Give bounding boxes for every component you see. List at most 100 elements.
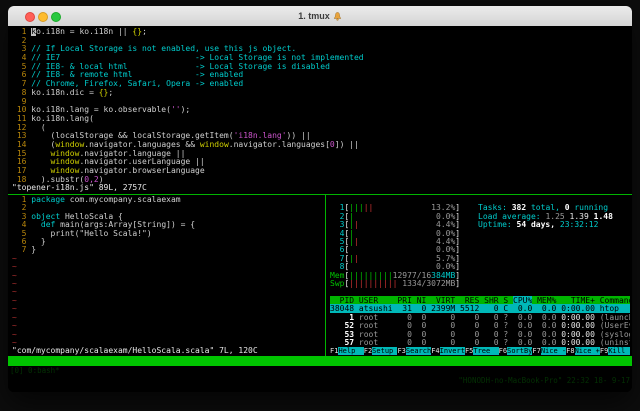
text-segment: // If Local Storage is not enabled, use …: [31, 44, 296, 53]
tmux-status-bar: [0] 0:bash* "HONODH-no-MacBook-Pro" 22:3…: [8, 356, 632, 366]
code-line: 17 window.navigator.browserLanguage: [12, 167, 628, 176]
text-segment: 16: [12, 157, 31, 166]
text-segment: (uninstalld: [595, 338, 630, 347]
text-segment: window: [200, 140, 229, 149]
code-line: ~: [12, 263, 324, 271]
bell-icon: [333, 8, 342, 28]
text-segment: com.mycompany.scalaexam: [65, 196, 181, 204]
text-segment: window: [51, 149, 80, 158]
text-segment: Uptime:: [478, 220, 517, 229]
text-segment: (: [31, 140, 55, 149]
text-segment: Setup: [372, 347, 397, 355]
text-segment: F7: [532, 347, 540, 355]
terminal-body: 1 ko.i18n = ko.i18n || {}; 2 3 // If Loc…: [8, 26, 632, 392]
tmux-host-clock: "HONODH-no-MacBook-Pro" 22:32 18- 9-17: [458, 376, 630, 386]
text-segment: ;: [142, 28, 147, 36]
text-segment: 15: [12, 149, 31, 158]
text-segment: Tree: [473, 347, 498, 355]
text-segment: 14: [12, 140, 31, 149]
text-segment: .navigator.browserLanguage: [79, 166, 204, 175]
text-segment: // IE7 -> Local Storage is not implement…: [31, 53, 363, 62]
tmux-session-windows[interactable]: [0] 0:bash*: [10, 366, 60, 376]
code-line: ~: [12, 305, 324, 313]
text-segment: [31, 166, 50, 175]
text-segment: '': [171, 105, 181, 114]
pane-vim-scala[interactable]: 1 package com.mycompany.scalaexam 2 3 ob…: [12, 196, 324, 356]
pane-divider-vertical[interactable]: [325, 194, 326, 356]
text-segment: ;: [108, 88, 113, 97]
code-line: ~: [12, 272, 324, 280]
text-segment: ||||||||||: [349, 279, 397, 288]
text-segment: Kill: [608, 347, 630, 355]
code-line: 1 package com.mycompany.scalaexam: [12, 196, 324, 204]
text-segment: );: [181, 105, 191, 114]
text-segment: o.i18n = ko.i18n ||: [36, 28, 132, 36]
htop-summary: Tasks: 382 total, 0 runningLoad average:…: [478, 204, 613, 229]
text-segment: 5: [12, 62, 31, 71]
code-line: 8 ko.i18n.dic = {};: [12, 89, 628, 98]
text-segment: Help: [338, 347, 363, 355]
terminal-window: 1. tmux 1 ko.i18n = ko.i18n || {}; 2 3 /…: [8, 6, 632, 392]
code-line: 6 }: [12, 238, 324, 246]
text-segment: 18: [12, 175, 31, 184]
text-segment: ]: [455, 279, 460, 288]
text-segment: (localStorage && localStorage.getItem(: [31, 131, 233, 140]
code-line: 5 print("Hello Scala!"): [12, 230, 324, 238]
text-segment: // IE8- & remote html -> enabled: [31, 70, 243, 79]
text-segment: .navigator.language ||: [79, 149, 185, 158]
text-segment: ]) ||: [335, 140, 359, 149]
code-line: ~: [12, 297, 324, 305]
text-segment: 4: [12, 53, 31, 62]
pane-vim-js[interactable]: 1 ko.i18n = ko.i18n || {}; 2 3 // If Loc…: [12, 28, 628, 194]
text-segment: ko.i18n.lang(: [31, 114, 94, 123]
text-segment: 10: [12, 105, 31, 114]
text-segment: .navigator.userLanguage ||: [79, 157, 204, 166]
text-segment: {}: [132, 28, 142, 36]
code-line: ~: [12, 322, 324, 330]
vim-status-scala: "com/mycompany/scalaexam/HelloScala.scal…: [12, 347, 324, 355]
text-segment: Invert: [440, 347, 465, 355]
text-segment: 0,2: [84, 175, 98, 184]
summary-row: Uptime: 54 days, 23:32:12: [478, 221, 613, 229]
text-segment: 'i18n.lang': [234, 131, 287, 140]
text-segment: )) ||: [287, 131, 311, 140]
pane-divider-horizontal[interactable]: [8, 194, 632, 195]
text-segment: F4: [431, 347, 439, 355]
text-segment: ko.i18n.dic =: [31, 88, 98, 97]
vim-status-js: "topener-i18n.js" 89L, 2757C: [12, 184, 628, 193]
text-segment: 6: [12, 70, 31, 79]
text-segment: window: [51, 166, 80, 175]
code-line: ~: [12, 331, 324, 339]
text-segment: 11: [12, 114, 31, 123]
text-segment: Nice +: [575, 347, 600, 355]
text-segment: }: [31, 245, 36, 254]
code-line: 10 ko.i18n.lang = ko.observable('');: [12, 106, 628, 115]
text-segment: ).substr(: [31, 175, 84, 184]
text-segment: [31, 157, 50, 166]
code-line: 1 ko.i18n = ko.i18n || {};: [12, 28, 628, 37]
text-segment: 1334/3072MB: [402, 279, 455, 288]
code-line: ~: [12, 280, 324, 288]
text-segment: {}: [99, 88, 109, 97]
text-segment: window: [51, 157, 80, 166]
window-title: 1. tmux: [8, 6, 632, 26]
text-segment: package: [31, 196, 65, 204]
text-segment: 13: [12, 131, 31, 140]
fkey-bar[interactable]: F1Help F2Setup F3SearchF4InvertF5Tree F6…: [330, 347, 630, 355]
text-segment: ): [99, 175, 104, 184]
code-line: ~: [12, 255, 324, 263]
text-segment: F2: [364, 347, 372, 355]
text-segment: ko.i18n.lang = ko.observable(: [31, 105, 171, 114]
process-row[interactable]: 57 root 0 0 0 0 0 ? 0.0 0.0 0:00.00 (uni…: [330, 339, 630, 347]
text-segment: .navigator.languages[: [229, 140, 330, 149]
text-segment: Search: [406, 347, 431, 355]
text-segment: // IE8- & local html -> Local Storage is…: [31, 62, 330, 71]
text-segment: 8: [12, 88, 31, 97]
text-segment: 23:32:12: [560, 220, 599, 229]
text-segment: Swp: [330, 279, 344, 288]
text-segment: 0:00.00: [556, 338, 595, 347]
htop-function-keys: F1Help F2Setup F3SearchF4InvertF5Tree F6…: [330, 347, 630, 355]
pane-htop[interactable]: 1[||||| 13.2%] 2[| 0.0%] 3[|| 4.4%] 4[| …: [330, 196, 630, 356]
titlebar[interactable]: 1. tmux: [8, 6, 632, 27]
code-line: 7 }: [12, 246, 324, 254]
